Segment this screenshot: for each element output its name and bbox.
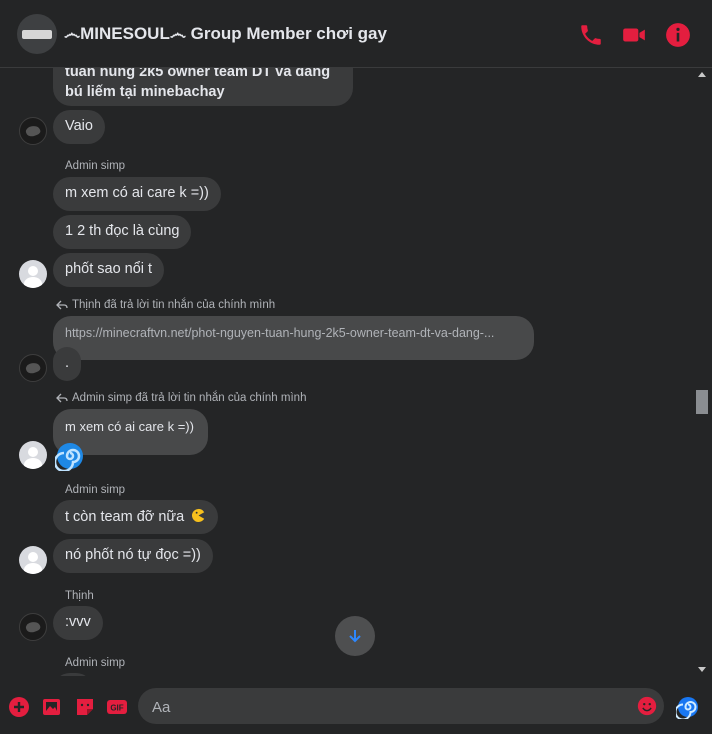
avatar[interactable] <box>19 546 47 574</box>
composer-bar: GIF <box>0 680 712 734</box>
chat-header: ෴MINESOUL෴ Group Member chơi gay <box>0 0 712 68</box>
message-bubble[interactable]: nó phốt nó tự đọc =)) <box>53 539 213 573</box>
message-input[interactable] <box>150 688 628 726</box>
scrollbar[interactable] <box>694 68 712 676</box>
quoted-message[interactable]: https://minecraftvn.net/phot-nguyen-tuan… <box>53 316 534 360</box>
pacman-emoji-icon <box>192 508 205 523</box>
image-icon[interactable] <box>40 695 64 719</box>
avatar[interactable] <box>19 441 47 469</box>
reply-arrow-icon <box>56 300 68 310</box>
phone-icon[interactable] <box>578 22 604 48</box>
message-bubble[interactable]: 1 2 th đọc là cùng <box>53 215 192 249</box>
message-bubble[interactable]: tuan hung 2k5 owner team DT va dang bú l… <box>53 68 353 106</box>
reply-note-text: Admin simp đã trả lời tin nhắn của chính… <box>72 392 307 404</box>
message-text-line-1: tuan hung 2k5 owner team DT va dang <box>65 68 331 80</box>
sender-name: Admin simp <box>65 657 126 669</box>
message-text-line-2: bú liếm tại minebachay <box>65 84 225 100</box>
message-bubble[interactable]: m xem có ai care k =)) <box>53 177 221 211</box>
video-camera-icon[interactable] <box>621 22 647 48</box>
reply-indicator: Admin simp đã trả lời tin nhắn của chính… <box>56 392 306 404</box>
info-icon[interactable] <box>665 22 691 48</box>
emoji-icon[interactable] <box>636 695 658 717</box>
message-list[interactable]: tuan hung 2k5 owner team DT va dang bú l… <box>0 68 694 676</box>
message-bubble[interactable] <box>53 673 93 676</box>
message-bubble[interactable]: :vvv <box>53 606 103 640</box>
sender-name: Admin simp <box>65 160 126 172</box>
message-bubble[interactable]: t còn team đỡ nữa <box>53 500 219 534</box>
spiral-icon[interactable] <box>676 695 700 719</box>
svg-text:GIF: GIF <box>110 704 123 713</box>
reply-note-text: Thịnh đã trả lời tin nhắn của chính mình <box>72 299 276 311</box>
avatar[interactable] <box>19 354 47 382</box>
scroll-thumb[interactable] <box>696 390 708 414</box>
avatar[interactable] <box>19 260 47 288</box>
avatar[interactable] <box>19 117 47 145</box>
message-text: t còn team đỡ nữa <box>65 509 185 525</box>
reply-indicator: Thịnh đã trả lời tin nhắn của chính mình <box>56 299 275 311</box>
scroll-down-arrow-icon[interactable] <box>698 667 706 672</box>
message-bubble[interactable]: . <box>53 347 81 381</box>
sender-name: Thịnh <box>65 590 94 602</box>
scroll-up-arrow-icon[interactable] <box>698 72 706 77</box>
group-avatar[interactable] <box>17 14 57 54</box>
sender-name: Admin simp <box>65 484 126 496</box>
avatar[interactable] <box>19 613 47 641</box>
message-bubble[interactable]: phốt sao nổi t <box>53 253 165 287</box>
conversation-title[interactable]: ෴MINESOUL෴ Group Member chơi gay <box>64 24 387 44</box>
message-composer[interactable] <box>138 688 664 726</box>
arrow-down-icon <box>349 630 361 643</box>
scroll-to-bottom-button[interactable] <box>335 616 375 656</box>
gif-icon[interactable]: GIF <box>105 695 129 719</box>
group-logo <box>22 29 52 39</box>
sticker-icon[interactable] <box>73 695 97 719</box>
reply-arrow-icon <box>56 393 68 403</box>
spiral-sticker-icon[interactable] <box>55 441 85 471</box>
plus-icon[interactable] <box>7 695 31 719</box>
message-bubble[interactable]: Vaio <box>53 110 105 144</box>
